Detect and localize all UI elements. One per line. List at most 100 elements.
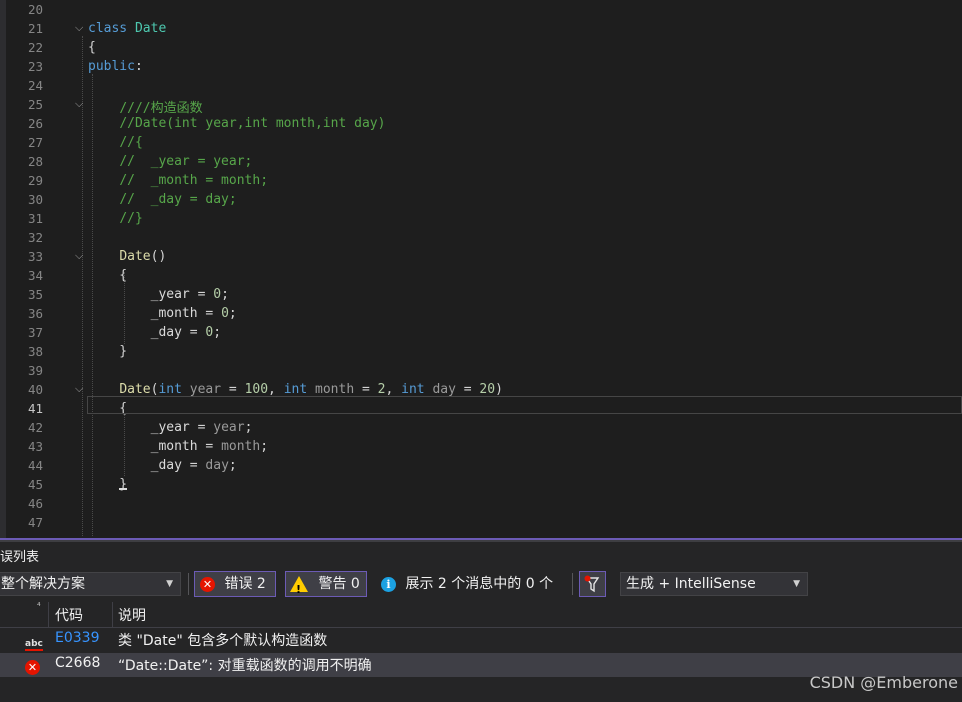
code-line[interactable]: 36 _month = 0; xyxy=(0,305,962,324)
code-line[interactable]: 28 // _year = year; xyxy=(0,153,962,172)
code-line[interactable]: 24 xyxy=(0,77,962,96)
code-text: Date() xyxy=(88,249,166,264)
code-text: // _day = day; xyxy=(88,192,236,207)
line-number: 32 xyxy=(27,230,43,245)
code-line[interactable]: 29 // _month = month; xyxy=(0,172,962,191)
code-line[interactable]: 31 //} xyxy=(0,210,962,229)
code-line[interactable]: 23 public: xyxy=(0,58,962,77)
line-number: 31 xyxy=(27,211,43,226)
warning-icon: ! xyxy=(290,576,308,596)
code-line[interactable]: 37 _day = 0; xyxy=(0,324,962,343)
code-line[interactable]: 46 xyxy=(0,495,962,514)
code-token: // _month = month; xyxy=(119,173,269,188)
warnings-filter-button[interactable]: ! 警告 0 xyxy=(285,571,367,597)
fold-toggle-icon[interactable]: ⌵ xyxy=(75,249,83,263)
code-line[interactable]: 26 //Date(int year,int month,int day) xyxy=(0,115,962,134)
code-line[interactable]: 39 xyxy=(0,362,962,381)
watermark: CSDN @Emberone xyxy=(809,673,958,692)
column-header-code[interactable]: 代码 xyxy=(55,605,83,625)
code-token: ; xyxy=(213,325,222,340)
code-token: //{ xyxy=(119,135,143,150)
code-line[interactable]: 35 _year = 0; xyxy=(0,286,962,305)
code-token: 0 xyxy=(213,287,222,302)
code-line[interactable]: 25 ⌵ ////构造函数 xyxy=(0,96,962,116)
code-token: year xyxy=(213,420,245,435)
code-line[interactable]: 20 xyxy=(0,1,962,20)
code-token: = xyxy=(181,458,206,473)
code-token: } xyxy=(88,344,128,359)
code-line[interactable]: 44 _day = day; xyxy=(0,457,962,476)
build-filter-dropdown[interactable]: 生成 + IntelliSense ▼ xyxy=(620,572,808,596)
code-line[interactable]: 30 // _day = day; xyxy=(0,191,962,210)
code-line[interactable]: 32 xyxy=(0,229,962,248)
error-code[interactable]: E0339 xyxy=(55,630,99,646)
scope-dropdown[interactable]: 整个解决方案 ▼ xyxy=(0,572,181,596)
column-header-description[interactable]: 说明 xyxy=(118,605,146,625)
code-line[interactable]: 34 { xyxy=(0,267,962,286)
error-code[interactable]: C2668 xyxy=(55,655,100,671)
code-token: day xyxy=(205,458,229,473)
code-token: = xyxy=(181,325,206,340)
column-menu-icon[interactable]: ⁴ xyxy=(37,602,41,612)
code-token: year xyxy=(189,382,222,397)
code-token: //} xyxy=(119,211,143,226)
code-token: Date xyxy=(119,249,151,264)
line-number: 36 xyxy=(27,306,43,321)
code-text: class Date xyxy=(88,21,166,36)
table-row[interactable]: abc E0339 类 "Date" 包含多个默认构造函数 xyxy=(0,628,962,652)
code-token: { xyxy=(88,40,96,55)
code-token: int xyxy=(401,382,425,397)
code-text: _day = 0; xyxy=(88,325,221,340)
code-line[interactable]: 45 } xyxy=(0,476,962,495)
fold-toggle-icon[interactable]: ⌵ xyxy=(75,97,83,111)
code-token: _month xyxy=(150,306,198,321)
filter-toggle-button[interactable] xyxy=(579,571,606,597)
code-token: = xyxy=(354,382,378,397)
messages-filter-button[interactable]: i 展示 2 个消息中的 0 个 xyxy=(381,573,553,595)
intellisense-abc-icon: abc xyxy=(25,639,43,649)
column-divider[interactable] xyxy=(112,602,113,627)
fold-toggle-icon[interactable]: ⌵ xyxy=(75,382,83,396)
code-line[interactable]: 27 //{ xyxy=(0,134,962,153)
code-token: _day xyxy=(150,325,182,340)
code-token: day xyxy=(432,382,456,397)
build-filter-value: 生成 + IntelliSense xyxy=(626,576,756,592)
line-number: 46 xyxy=(27,496,43,511)
errors-filter-button[interactable]: ✕ 错误 2 xyxy=(194,571,276,597)
line-number: 43 xyxy=(27,439,43,454)
code-line[interactable]: 33 ⌵ Date() xyxy=(0,248,962,267)
fold-toggle-icon[interactable]: ⌵ xyxy=(75,21,83,35)
code-line[interactable]: 43 _month = month; xyxy=(0,438,962,457)
line-number: 42 xyxy=(27,420,43,435)
line-number: 23 xyxy=(27,59,43,74)
chevron-down-icon: ▼ xyxy=(166,579,173,589)
code-token: = xyxy=(221,382,245,397)
line-number: 44 xyxy=(27,458,43,473)
code-token: ////构造函数 xyxy=(119,101,203,116)
code-line[interactable]: 21 ⌵ class Date xyxy=(0,20,962,39)
error-list-panel: 错误列表 整个解决方案 ▼ ✕ 错误 2 ! 警告 0 i 展示 2 个消息中的… xyxy=(0,542,962,702)
code-token: : xyxy=(134,59,143,74)
line-number: 26 xyxy=(27,116,43,131)
code-line[interactable]: 22 { xyxy=(0,39,962,58)
line-number: 45 xyxy=(27,477,43,492)
code-token: 0 xyxy=(221,306,229,321)
code-text: //} xyxy=(88,211,143,226)
code-line[interactable]: 42 _year = year; xyxy=(0,419,962,438)
code-token: ; xyxy=(228,306,237,321)
warnings-count-label: 警告 0 xyxy=(318,576,360,592)
code-token: _day xyxy=(150,458,182,473)
column-divider[interactable] xyxy=(48,602,49,627)
line-number: 22 xyxy=(27,40,43,55)
code-text: //Date(int year,int month,int day) xyxy=(88,116,385,131)
code-line[interactable]: 47 xyxy=(0,514,962,533)
code-token: = xyxy=(197,439,222,454)
code-line[interactable]: 38 } xyxy=(0,343,962,362)
code-editor[interactable]: 20 21 ⌵ class Date 22 {23 public: 24 25 ⌵ ////构造函… xyxy=(0,0,962,538)
error-description: “Date::Date”: 对重载函数的调用不明确 xyxy=(118,658,372,674)
errors-count-label: 错误 2 xyxy=(224,576,266,592)
